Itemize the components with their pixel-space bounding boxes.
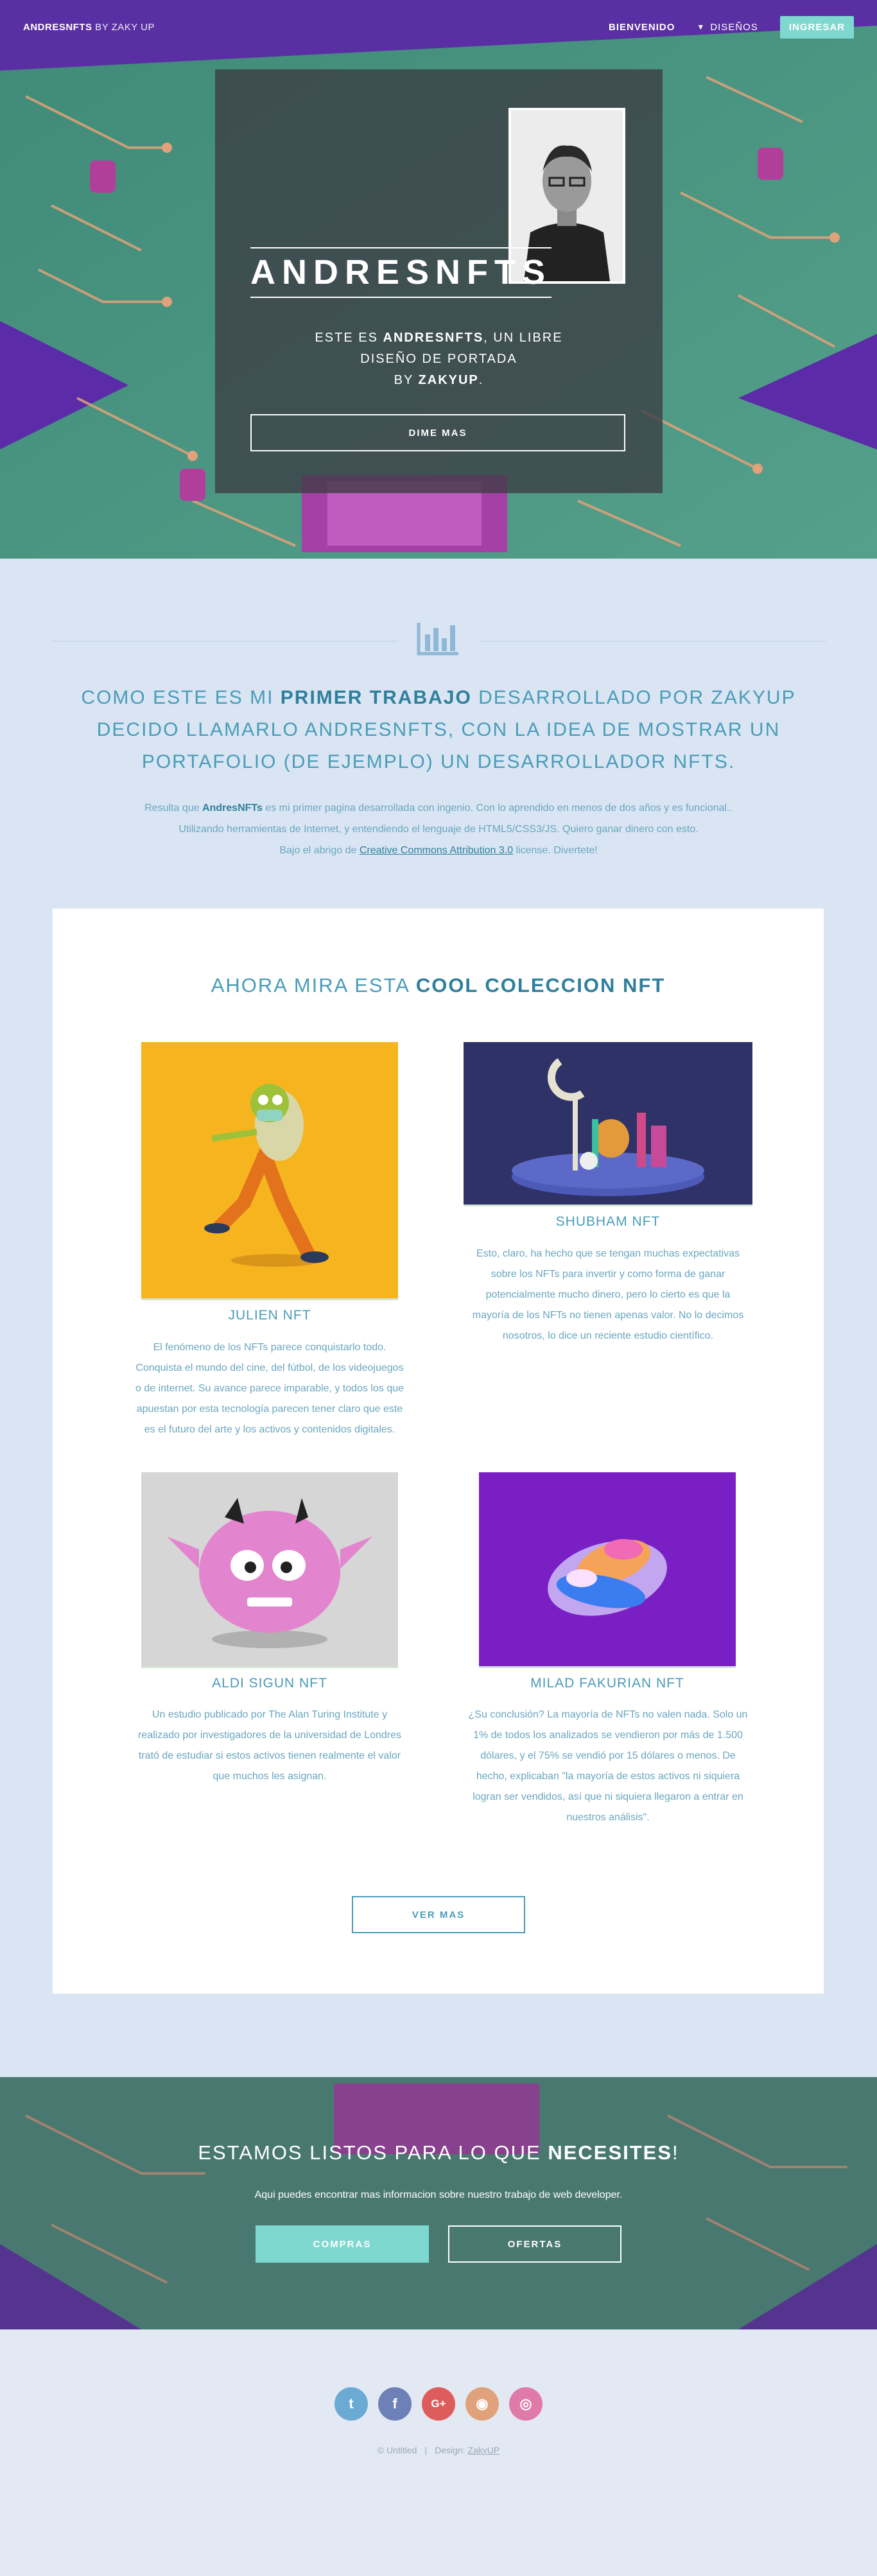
nft-image-shubham[interactable] [464,1042,752,1206]
copyright: © Untitled | Design: ZakyUP [377,2445,500,2455]
license-link[interactable]: Creative Commons Attribution 3.0 [360,845,513,856]
nft-desc-aldi-sigun: Un estudio publicado por The Alan Turing… [137,1709,402,1782]
facebook-icon[interactable]: f [378,2387,412,2421]
hero-section: ANDRESNFTS ESTE ES ANDRESNFTS, UN LIBRE … [0,0,877,559]
cta-text: Aqui puedes encontrar mas informacion so… [254,2189,623,2200]
dime-mas-button[interactable]: DIME MAS [250,414,625,451]
nft-image-julien[interactable] [141,1042,398,1300]
site-footer: t f G+ ◉ ◎ © Untitled | Design: ZakyUP [0,2329,877,2576]
intro-heading: COMO ESTE ES MI PRIMER TRABAJO DESARROLL… [81,687,796,772]
chevron-down-icon: ▼ [697,22,706,31]
hero-title-wrap: ANDRESNFTS [250,247,552,299]
social-links: t f G+ ◉ ◎ [0,2387,877,2421]
site-header: ANDRESNFTS BY ZAKY UP BIENVENIDO ▼ DISEÑ… [0,0,877,54]
ofertas-button[interactable]: OFERTAS [448,2225,621,2263]
design-credit-link[interactable]: ZakyUP [467,2445,499,2455]
bar-chart-icon [417,623,458,656]
nft-gallery-card: AHORA MIRA ESTA COOL COLECCION NFT JULIE… [53,909,824,1994]
nft-image-milad-fakurian[interactable] [479,1472,736,1668]
nft-name-milad-fakurian[interactable]: MILAD FAKURIAN NFT [479,1676,736,1691]
compras-button[interactable]: COMPRAS [256,2225,429,2263]
nav-home-link[interactable]: BIENVENIDO [609,22,675,33]
nav-designs-dropdown[interactable]: ▼ DISEÑOS [697,22,758,33]
cta-section: ESTAMOS LISTOS PARA LO QUE NECESITES! Aq… [0,2077,877,2329]
nft-desc-shubham: Esto, claro, ha hecho que se tengan much… [472,1248,744,1341]
cta-overlay [0,2077,877,2329]
nft-image-aldi-sigun[interactable] [141,1472,398,1668]
github-icon[interactable]: ◉ [465,2387,499,2421]
hero-title: ANDRESNFTS [250,247,552,299]
nft-desc-milad-fakurian: ¿Su conclusión? La mayoría de NFTs no va… [468,1709,748,1823]
gallery-heading: AHORA MIRA ESTA COOL COLECCION NFT [211,974,666,996]
dribbble-icon[interactable]: ◎ [509,2387,543,2421]
nft-name-shubham[interactable]: SHUBHAM NFT [464,1214,752,1230]
cta-heading: ESTAMOS LISTOS PARA LO QUE NECESITES! [198,2141,679,2164]
nft-name-aldi-sigun[interactable]: ALDI SIGUN NFT [141,1676,398,1691]
hero-subtitle: ESTE ES ANDRESNFTS, UN LIBRE DISEÑO DE P… [315,331,563,387]
ver-mas-button[interactable]: VER MAS [352,1896,525,1933]
intro-text: Resulta que AndresNFTs es mi primer pagi… [144,803,733,856]
nav-designs-label: DISEÑOS [710,21,758,33]
intro-section: COMO ESTE ES MI PRIMER TRABAJO DESARROLL… [0,559,877,909]
google-plus-icon[interactable]: G+ [422,2387,455,2421]
login-button[interactable]: INGRESAR [779,15,854,39]
nft-desc-julien: El fenómeno de los NFTs parece conquista… [135,1342,404,1435]
main-nav: BIENVENIDO ▼ DISEÑOS INGRESAR [609,15,854,39]
brand-logo[interactable]: ANDRESNFTS BY ZAKY UP [23,22,155,33]
twitter-icon[interactable]: t [334,2387,368,2421]
nft-name-julien[interactable]: JULIEN NFT [141,1308,398,1323]
